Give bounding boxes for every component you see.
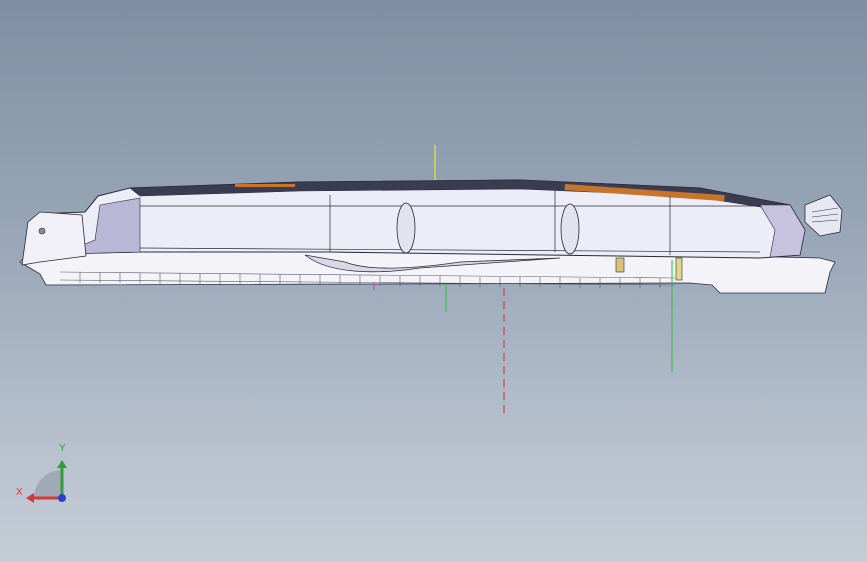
x-axis-label: X [16, 487, 23, 498]
y-axis-label: Y [59, 443, 66, 454]
boss-right [560, 203, 580, 255]
orientation-triad[interactable] [12, 440, 82, 510]
triad-shaded-quadrant [34, 470, 62, 498]
bolt-hardware-2 [675, 257, 683, 281]
y-arrow-head [57, 460, 67, 468]
left-bracket [21, 211, 87, 266]
mount-hole [38, 227, 46, 235]
bolt-hardware-1 [615, 257, 625, 273]
graphics-viewport[interactable]: Y X [0, 0, 867, 562]
boss-left [396, 202, 416, 254]
x-arrow-head [26, 493, 34, 503]
3d-model-view[interactable] [0, 0, 867, 562]
z-axis-dot [58, 494, 66, 502]
